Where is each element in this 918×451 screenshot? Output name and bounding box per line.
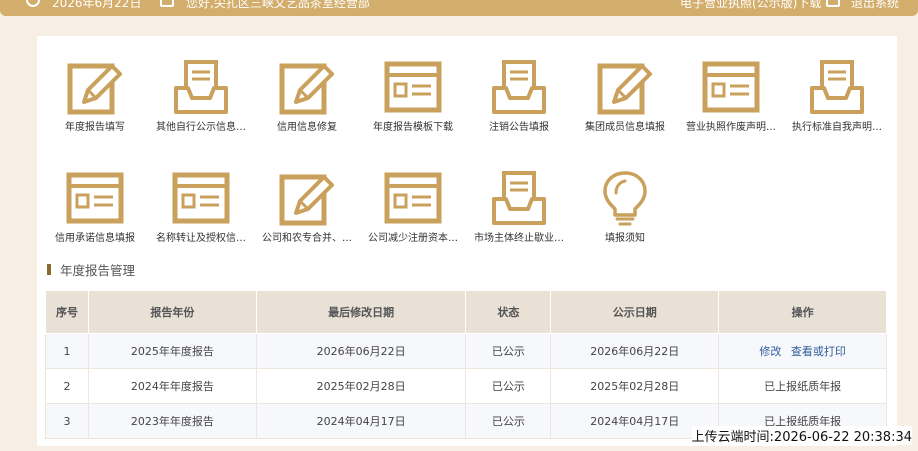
tile-label: 公司和农专合并、… <box>262 233 352 244</box>
tile-standard-declaration[interactable]: 执行标准自我声明… <box>785 40 889 140</box>
table-header-row: 序号 报告年份 最后修改日期 状态 公示日期 操作 <box>45 290 887 334</box>
cell-year: 2024年年度报告 <box>87 368 257 404</box>
cell-no: 1 <box>45 333 89 369</box>
tile-name-transfer[interactable]: 名称转让及授权信… <box>149 151 253 251</box>
form-doc-icon <box>172 172 230 224</box>
top-header-bar: 2026年6月22日 您好,尖扎区三峡文艺品茶室经营部 电子营业执照(公示版)下… <box>0 0 918 16</box>
tile-label: 年度报告模板下载 <box>373 122 453 133</box>
col-header-action: 操作 <box>718 290 887 334</box>
tile-capital-reduction[interactable]: 公司减少注册资本… <box>361 151 465 251</box>
cell-published: 2025年02月28日 <box>550 368 720 404</box>
tile-label: 营业执照作废声明… <box>686 122 776 133</box>
cell-modified: 2026年06月22日 <box>255 333 467 369</box>
tile-annual-report-fill[interactable]: 年度报告填写 <box>43 40 147 140</box>
tile-label: 其他自行公示信息… <box>156 122 246 133</box>
tile-business-suspension[interactable]: 市场主体终止歇业… <box>467 151 571 251</box>
cell-year: 2025年年度报告 <box>87 333 257 369</box>
pencil-doc-icon <box>279 174 334 226</box>
tile-filing-notice[interactable]: 填报须知 <box>573 151 677 251</box>
form-doc-icon <box>384 61 442 113</box>
cell-modified: 2025年02月28日 <box>255 368 467 404</box>
form-doc-icon <box>702 61 760 113</box>
upload-timestamp: 上传云端时间:2026-06-22 20:38:34 <box>691 426 912 445</box>
tile-label: 注销公告填报 <box>489 122 549 133</box>
tray-doc-icon <box>492 60 546 114</box>
tile-template-download[interactable]: 年度报告模板下载 <box>361 40 465 140</box>
table-row: 1 2025年年度报告 2026年06月22日 已公示 2026年06月22日 … <box>45 333 887 369</box>
cell-published: 2026年06月22日 <box>550 333 720 369</box>
cell-no: 3 <box>45 403 89 439</box>
cell-action: 修改 查看或打印 <box>718 333 887 369</box>
tray-doc-icon <box>492 171 546 225</box>
tile-label: 填报须知 <box>605 233 645 244</box>
annual-report-table: 序号 报告年份 最后修改日期 状态 公示日期 操作 1 2025年年度报告 20… <box>45 290 887 439</box>
lightbulb-icon <box>603 171 647 226</box>
tile-other-info[interactable]: 其他自行公示信息… <box>149 40 253 140</box>
tile-label: 公司减少注册资本… <box>368 233 458 244</box>
view-print-link[interactable]: 查看或打印 <box>791 345 846 358</box>
tile-label: 名称转让及授权信… <box>156 233 246 244</box>
cell-status: 已公示 <box>465 333 552 369</box>
tile-credit-repair[interactable]: 信用信息修复 <box>255 40 359 140</box>
section-title: 年度报告管理 <box>47 261 136 278</box>
cell-year: 2023年年度报告 <box>87 403 257 439</box>
license-download-link[interactable]: 电子营业执照(公示版)下载 <box>680 0 821 11</box>
edit-link[interactable]: 修改 <box>759 345 781 358</box>
pencil-doc-icon <box>597 63 652 115</box>
col-header-modified: 最后修改日期 <box>255 290 467 334</box>
header-date: 2026年6月22日 <box>52 0 142 10</box>
pencil-doc-icon <box>279 63 334 115</box>
cell-status: 已公示 <box>465 368 552 404</box>
tile-cancel-notice[interactable]: 注销公告填报 <box>467 40 571 140</box>
cell-action: 已上报纸质年报 <box>718 368 887 404</box>
table-row: 2 2024年年度报告 2025年02月28日 已公示 2025年02月28日 … <box>45 368 887 404</box>
tray-doc-icon <box>174 60 228 114</box>
pencil-doc-icon <box>67 63 122 115</box>
tile-credit-commitment[interactable]: 信用承诺信息填报 <box>43 151 147 251</box>
header-welcome: 您好,尖扎区三峡文艺品茶室经营部 <box>186 0 370 10</box>
tile-label: 信用信息修复 <box>277 122 337 133</box>
main-panel: 年度报告填写 其他自行公示信息… 信用信息修复 年度报告模板下载 注销公告填报 … <box>37 36 897 446</box>
logout-icon[interactable] <box>826 0 840 7</box>
col-header-status: 状态 <box>465 290 552 334</box>
tile-label: 执行标准自我声明… <box>792 122 882 133</box>
clock-icon <box>26 0 40 7</box>
tray-doc-icon <box>810 60 864 114</box>
col-header-year: 报告年份 <box>87 290 257 334</box>
tile-label: 集团成员信息填报 <box>585 122 665 133</box>
form-doc-icon <box>384 172 442 224</box>
section-marker <box>47 263 51 275</box>
tile-group-member[interactable]: 集团成员信息填报 <box>573 40 677 140</box>
section-title-text: 年度报告管理 <box>60 262 136 278</box>
form-doc-icon <box>66 172 124 224</box>
tile-label: 市场主体终止歇业… <box>474 233 564 244</box>
logout-link[interactable]: 退出系统 <box>851 0 899 11</box>
col-header-published: 公示日期 <box>550 290 720 334</box>
tile-label: 年度报告填写 <box>65 122 125 133</box>
user-icon <box>160 0 174 7</box>
tile-label: 信用承诺信息填报 <box>55 233 135 244</box>
cell-status: 已公示 <box>465 403 552 439</box>
cell-modified: 2024年04月17日 <box>255 403 467 439</box>
tile-company-merge[interactable]: 公司和农专合并、… <box>255 151 359 251</box>
col-header-no: 序号 <box>45 290 89 334</box>
cell-no: 2 <box>45 368 89 404</box>
tile-license-void[interactable]: 营业执照作废声明… <box>679 40 783 140</box>
